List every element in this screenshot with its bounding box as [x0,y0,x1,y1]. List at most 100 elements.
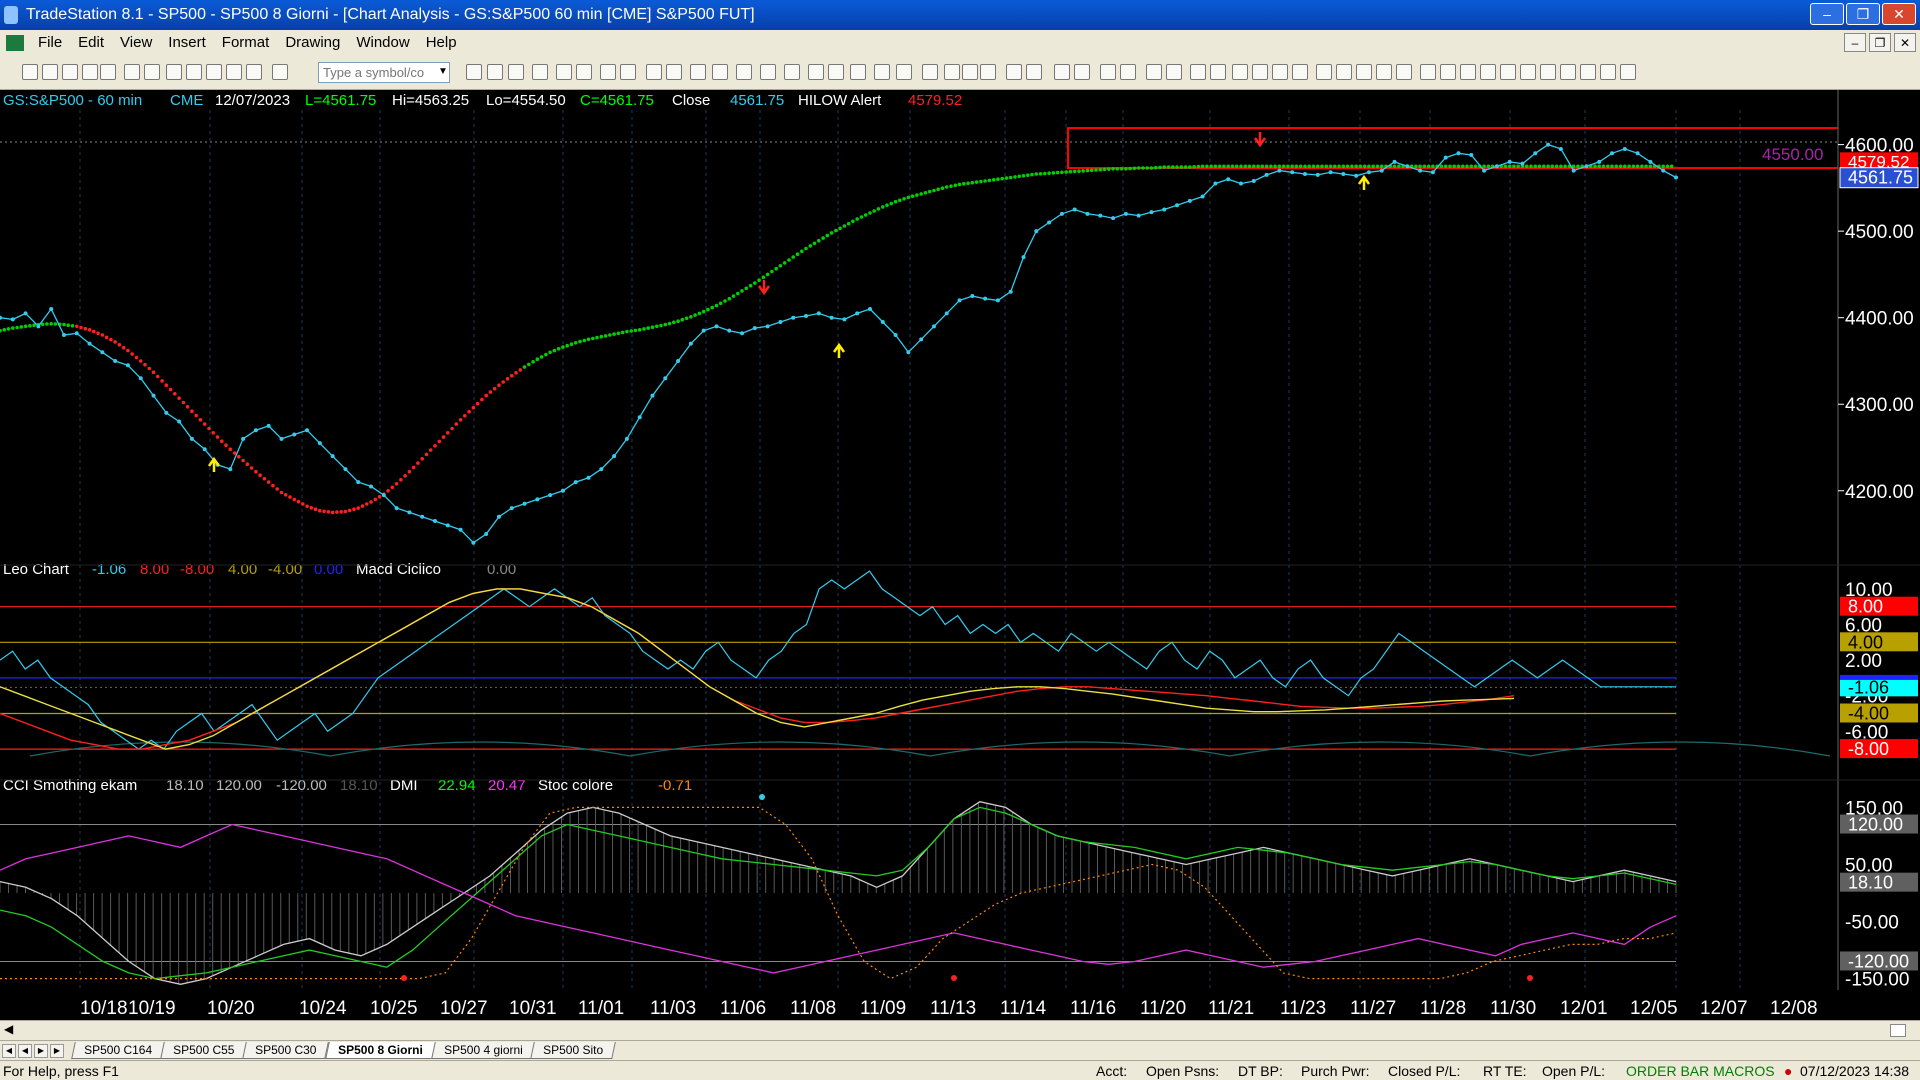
restore-button[interactable]: ❐ [1846,3,1880,25]
toolbar-tool-15-icon[interactable] [508,64,524,80]
symbol-input[interactable] [318,62,450,83]
toolbar-tool-7-icon[interactable] [166,64,182,80]
toolbar-tool-26-icon[interactable] [760,64,776,80]
toolbar-tool-52-icon[interactable] [1336,64,1352,80]
toolbar-tool-2-icon[interactable] [62,64,78,80]
toolbar-tool-39-icon[interactable] [1054,64,1070,80]
toolbar-tool-61-icon[interactable] [1520,64,1536,80]
scroll-left-icon[interactable]: ◀ [4,1022,13,1036]
toolbar-tool-24-icon[interactable] [712,64,728,80]
close-button[interactable]: ✕ [1882,3,1916,25]
last-tab-icon[interactable]: ▶ [50,1043,64,1058]
toolbar-tool-28-icon[interactable] [808,64,824,80]
toolbar-tool-60-icon[interactable] [1500,64,1516,80]
tab-sp500-c164[interactable]: SP500 C164 [71,1042,165,1059]
tab-sp500-8-giorni[interactable]: SP500 8 Giorni [325,1042,436,1059]
toolbar-tool-44-icon[interactable] [1166,64,1182,80]
symbol-dropdown-icon[interactable]: ▼ [438,66,448,77]
toolbar-tool-6-icon[interactable] [144,64,160,80]
menu-drawing[interactable]: Drawing [277,34,348,51]
child-restore-button[interactable]: ❐ [1869,33,1891,52]
toolbar-tool-48-icon[interactable] [1252,64,1268,80]
macd-ciclico-value: 0.00 [487,561,516,578]
toolbar-tool-49-icon[interactable] [1272,64,1288,80]
toolbar-tool-18-icon[interactable] [576,64,592,80]
toolbar-tool-37-icon[interactable] [1006,64,1022,80]
toolbar-tool-45-icon[interactable] [1190,64,1206,80]
menu-insert[interactable]: Insert [160,34,214,51]
child-minimize-button[interactable]: – [1844,33,1866,52]
toolbar-tool-47-icon[interactable] [1232,64,1248,80]
toolbar-tool-27-icon[interactable] [784,64,800,80]
menu-help[interactable]: Help [418,34,465,51]
toolbar-tool-40-icon[interactable] [1074,64,1090,80]
toolbar-tool-35-icon[interactable] [962,64,978,80]
toolbar-tool-5-icon[interactable] [124,64,140,80]
tab-sp500-sito[interactable]: SP500 Sito [530,1042,617,1059]
toolbar-tool-13-icon[interactable] [466,64,482,80]
toolbar-tool-56-icon[interactable] [1420,64,1436,80]
toolbar-tool-17-icon[interactable] [556,64,572,80]
toolbar-tool-0-icon[interactable] [22,64,38,80]
toolbar-tool-64-icon[interactable] [1580,64,1596,80]
toolbar-tool-46-icon[interactable] [1210,64,1226,80]
toolbar-tool-12-icon[interactable] [272,64,288,80]
toolbar-tool-57-icon[interactable] [1440,64,1456,80]
toolbar-tool-51-icon[interactable] [1316,64,1332,80]
menu-file[interactable]: File [30,34,70,51]
tab-sp500-4-giorni[interactable]: SP500 4 giorni [430,1042,536,1059]
toolbar-tool-19-icon[interactable] [600,64,616,80]
child-close-button[interactable]: ✕ [1894,33,1916,52]
prev-tab-icon[interactable]: ◀ [18,1043,32,1058]
toolbar-tool-21-icon[interactable] [646,64,662,80]
scroll-thumb[interactable] [1890,1024,1906,1037]
horizontal-scrollbar[interactable]: ◀ [0,1020,1920,1040]
toolbar-tool-23-icon[interactable] [690,64,706,80]
toolbar-tool-1-icon[interactable] [42,64,58,80]
toolbar-tool-65-icon[interactable] [1600,64,1616,80]
order-bar-macros-button[interactable]: ORDER BAR MACROS [1626,1063,1775,1079]
toolbar-tool-63-icon[interactable] [1560,64,1576,80]
toolbar-tool-25-icon[interactable] [736,64,752,80]
toolbar-tool-62-icon[interactable] [1540,64,1556,80]
toolbar-tool-66-icon[interactable] [1620,64,1636,80]
tab-sp500-c55[interactable]: SP500 C55 [160,1042,248,1059]
toolbar-tool-42-icon[interactable] [1120,64,1136,80]
toolbar-tool-4-icon[interactable] [100,64,116,80]
toolbar-tool-55-icon[interactable] [1396,64,1412,80]
toolbar-tool-41-icon[interactable] [1100,64,1116,80]
toolbar-tool-43-icon[interactable] [1146,64,1162,80]
toolbar-tool-9-icon[interactable] [206,64,222,80]
toolbar-tool-8-icon[interactable] [186,64,202,80]
toolbar-tool-36-icon[interactable] [980,64,996,80]
toolbar-tool-50-icon[interactable] [1292,64,1308,80]
first-tab-icon[interactable]: ◀ [2,1043,16,1058]
toolbar-tool-10-icon[interactable] [226,64,242,80]
toolbar-tool-34-icon[interactable] [944,64,960,80]
toolbar-tool-29-icon[interactable] [828,64,844,80]
tab-sp500-c30[interactable]: SP500 C30 [242,1042,330,1059]
toolbar-tool-54-icon[interactable] [1376,64,1392,80]
toolbar-tool-11-icon[interactable] [246,64,262,80]
menu-edit[interactable]: Edit [70,34,112,51]
next-tab-icon[interactable]: ▶ [34,1043,48,1058]
toolbar-tool-58-icon[interactable] [1460,64,1476,80]
toolbar-tool-33-icon[interactable] [922,64,938,80]
menu-view[interactable]: View [112,34,160,51]
toolbar-tool-59-icon[interactable] [1480,64,1496,80]
toolbar-tool-30-icon[interactable] [850,64,866,80]
chart-window-icon[interactable] [6,34,24,51]
menu-window[interactable]: Window [348,34,417,51]
toolbar-tool-38-icon[interactable] [1026,64,1042,80]
toolbar-tool-20-icon[interactable] [620,64,636,80]
menu-format[interactable]: Format [214,34,278,51]
toolbar-tool-31-icon[interactable] [874,64,890,80]
toolbar-tool-53-icon[interactable] [1356,64,1372,80]
toolbar-tool-32-icon[interactable] [896,64,912,80]
toolbar-tool-16-icon[interactable] [532,64,548,80]
toolbar-tool-14-icon[interactable] [487,64,503,80]
minimize-button[interactable]: – [1810,3,1844,25]
chart-analysis-window[interactable]: GS:S&P500 - 60 min CME 12/07/2023 L=4561… [0,90,1920,1020]
toolbar-tool-3-icon[interactable] [82,64,98,80]
toolbar-tool-22-icon[interactable] [666,64,682,80]
